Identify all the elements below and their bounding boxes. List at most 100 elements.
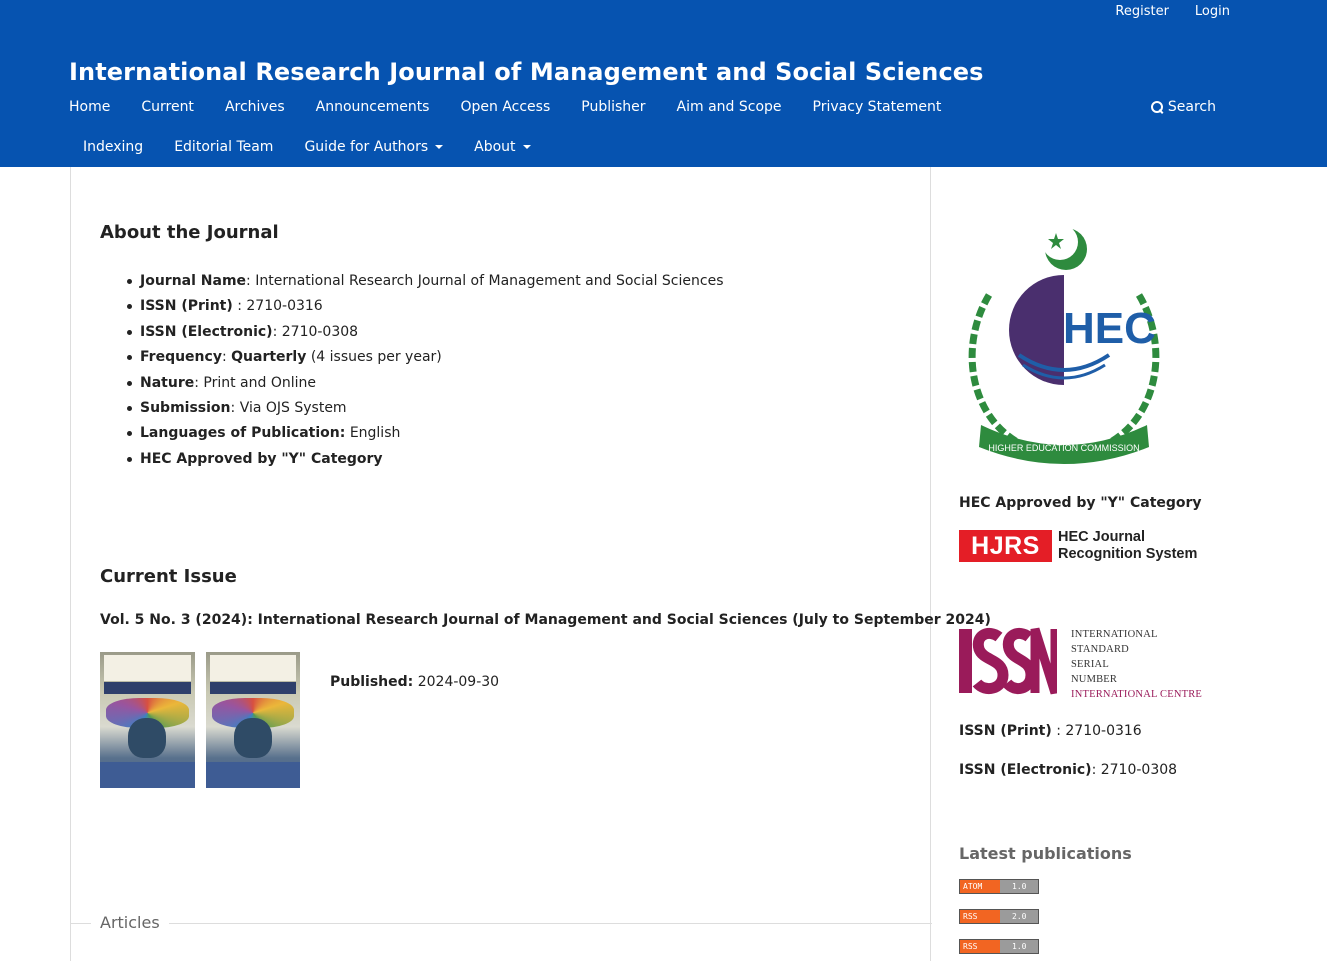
nav-archives[interactable]: Archives <box>225 99 285 115</box>
item-label: HEC Approved by "Y" Category <box>140 450 383 467</box>
item-sep: : <box>230 399 240 416</box>
item-label: Journal Name <box>140 273 247 289</box>
list-item: Journal Name: International Research Jou… <box>127 271 724 296</box>
articles-divider <box>71 923 932 924</box>
item-value: Print and Online <box>203 374 317 391</box>
feed-version: 2.0 <box>1000 910 1038 923</box>
item-value: (4 issues per year) <box>306 349 442 366</box>
published-date: Published: 2024-09-30 <box>330 674 499 690</box>
list-item: HEC Approved by "Y" Category <box>127 449 724 474</box>
about-list: Journal Name: International Research Jou… <box>127 271 724 474</box>
primary-nav: Home Current Archives Announcements Open… <box>69 99 941 115</box>
about-heading: About the Journal <box>100 222 279 243</box>
hjrs-line2: Recognition System <box>1058 546 1198 562</box>
hec-logo: HEC HIGHER EDUCATION COMMISSION <box>968 225 1160 464</box>
item-label: Submission <box>140 399 231 416</box>
issn-line: STANDARD <box>1071 644 1129 655</box>
item-value: 2710-0308 <box>281 323 359 340</box>
nav-guide-for-authors[interactable]: Guide for Authors <box>304 139 444 155</box>
item-value-bold: Quarterly <box>231 349 307 366</box>
hjrs-line1: HEC Journal <box>1058 529 1146 545</box>
issue-cover-image[interactable] <box>100 652 300 788</box>
nav-indexing[interactable]: Indexing <box>83 139 143 155</box>
item-label: ISSN (Electronic) <box>140 323 273 340</box>
latest-publications-heading: Latest publications <box>959 844 1132 863</box>
nav-privacy-statement[interactable]: Privacy Statement <box>813 99 942 115</box>
feed-type: RSS <box>960 940 1000 953</box>
svg-text:HEC: HEC <box>1063 304 1156 353</box>
feed-version: 1.0 <box>1000 880 1038 893</box>
nav-aim-and-scope[interactable]: Aim and Scope <box>677 99 782 115</box>
issn-line: SERIAL <box>1071 659 1109 670</box>
hec-caption: HEC Approved by "Y" Category <box>959 495 1202 511</box>
item-value: Via OJS System <box>239 399 347 416</box>
articles-section-label: Articles <box>91 913 169 932</box>
chevron-down-icon <box>435 145 444 149</box>
hjrs-badge: HJRS <box>959 530 1052 562</box>
list-item: Submission: Via OJS System <box>127 398 724 423</box>
hec-logo-text: HIGHER EDUCATION COMMISSION <box>988 443 1139 453</box>
hjrs-text: HEC Journal Recognition System <box>1058 529 1197 563</box>
published-value: 2024-09-30 <box>417 674 500 690</box>
list-item: ISSN (Print) : 2710-0316 <box>127 296 724 321</box>
nav-guide-label: Guide for Authors <box>304 139 429 155</box>
sidebar-issn-electronic: ISSN (Electronic): 2710-0308 <box>959 762 1177 778</box>
nav-home[interactable]: Home <box>69 99 110 115</box>
search-link[interactable]: Search <box>1150 99 1216 115</box>
site-header: Register Login International Research Jo… <box>0 0 1327 167</box>
item-sep: : <box>221 349 232 366</box>
login-link[interactable]: Login <box>1195 4 1230 19</box>
user-nav: Register Login <box>1115 4 1230 19</box>
main-content: About the Journal Journal Name: Internat… <box>70 167 991 961</box>
nav-editorial-team[interactable]: Editorial Team <box>174 139 273 155</box>
issn-line: INTERNATIONAL <box>1071 629 1158 640</box>
current-issue-heading: Current Issue <box>100 566 237 587</box>
feed-type: ATOM <box>960 880 1000 893</box>
search-label: Search <box>1167 99 1216 115</box>
search-icon <box>1150 100 1164 114</box>
feed-version: 1.0 <box>1000 940 1038 953</box>
list-item: ISSN (Electronic): 2710-0308 <box>127 322 724 347</box>
primary-nav-row2: Indexing Editorial Team Guide for Author… <box>83 139 531 155</box>
cover-front <box>205 652 300 788</box>
issue-title[interactable]: Vol. 5 No. 3 (2024): International Resea… <box>100 612 991 628</box>
nav-publisher[interactable]: Publisher <box>581 99 645 115</box>
item-label: Languages of Publication: <box>140 425 346 442</box>
atom-feed-link[interactable]: ATOM 1.0 <box>959 879 1039 894</box>
hjrs-logo[interactable]: HJRS HEC Journal Recognition System <box>959 529 1197 563</box>
nav-announcements[interactable]: Announcements <box>316 99 430 115</box>
nav-current[interactable]: Current <box>141 99 194 115</box>
issn-logo[interactable]: INTERNATIONAL STANDARD SERIAL NUMBER INT… <box>959 625 1202 702</box>
item-label: Nature <box>140 374 195 391</box>
item-value: 2710-0316 <box>246 298 323 315</box>
issn-print-label: ISSN (Print) <box>959 723 1052 739</box>
cover-back <box>100 652 195 788</box>
nav-about-label: About <box>474 139 516 155</box>
list-item: Frequency: Quarterly (4 issues per year) <box>127 347 724 372</box>
issn-print-value: : 2710-0316 <box>1051 723 1142 739</box>
issn-logo-text: INTERNATIONAL STANDARD SERIAL NUMBER INT… <box>1071 625 1202 702</box>
issn-electronic-label: ISSN (Electronic) <box>959 762 1092 778</box>
register-link[interactable]: Register <box>1115 4 1169 19</box>
sidebar: HEC HIGHER EDUCATION COMMISSION HEC Appr… <box>959 167 1239 961</box>
site-title[interactable]: International Research Journal of Manage… <box>69 58 984 86</box>
chevron-down-icon <box>522 145 531 149</box>
issn-line: NUMBER <box>1071 674 1118 685</box>
list-item: Nature: Print and Online <box>127 373 724 398</box>
rss1-feed-link[interactable]: RSS 1.0 <box>959 939 1039 954</box>
nav-open-access[interactable]: Open Access <box>460 99 550 115</box>
item-value: International Research Journal of Manage… <box>255 273 724 289</box>
issn-electronic-value: : 2710-0308 <box>1091 762 1178 778</box>
nav-about[interactable]: About <box>474 139 531 155</box>
issn-line: INTERNATIONAL CENTRE <box>1071 689 1203 700</box>
rss2-feed-link[interactable]: RSS 2.0 <box>959 909 1039 924</box>
sidebar-issn-print: ISSN (Print) : 2710-0316 <box>959 723 1142 739</box>
item-label: ISSN (Print) <box>140 298 233 315</box>
item-label: Frequency <box>140 349 222 366</box>
item-value: English <box>349 425 401 442</box>
item-sep: : <box>272 323 282 340</box>
list-item: Languages of Publication: English <box>127 423 724 448</box>
item-sep: : <box>232 298 247 315</box>
item-sep: : <box>246 273 256 289</box>
feed-type: RSS <box>960 910 1000 923</box>
